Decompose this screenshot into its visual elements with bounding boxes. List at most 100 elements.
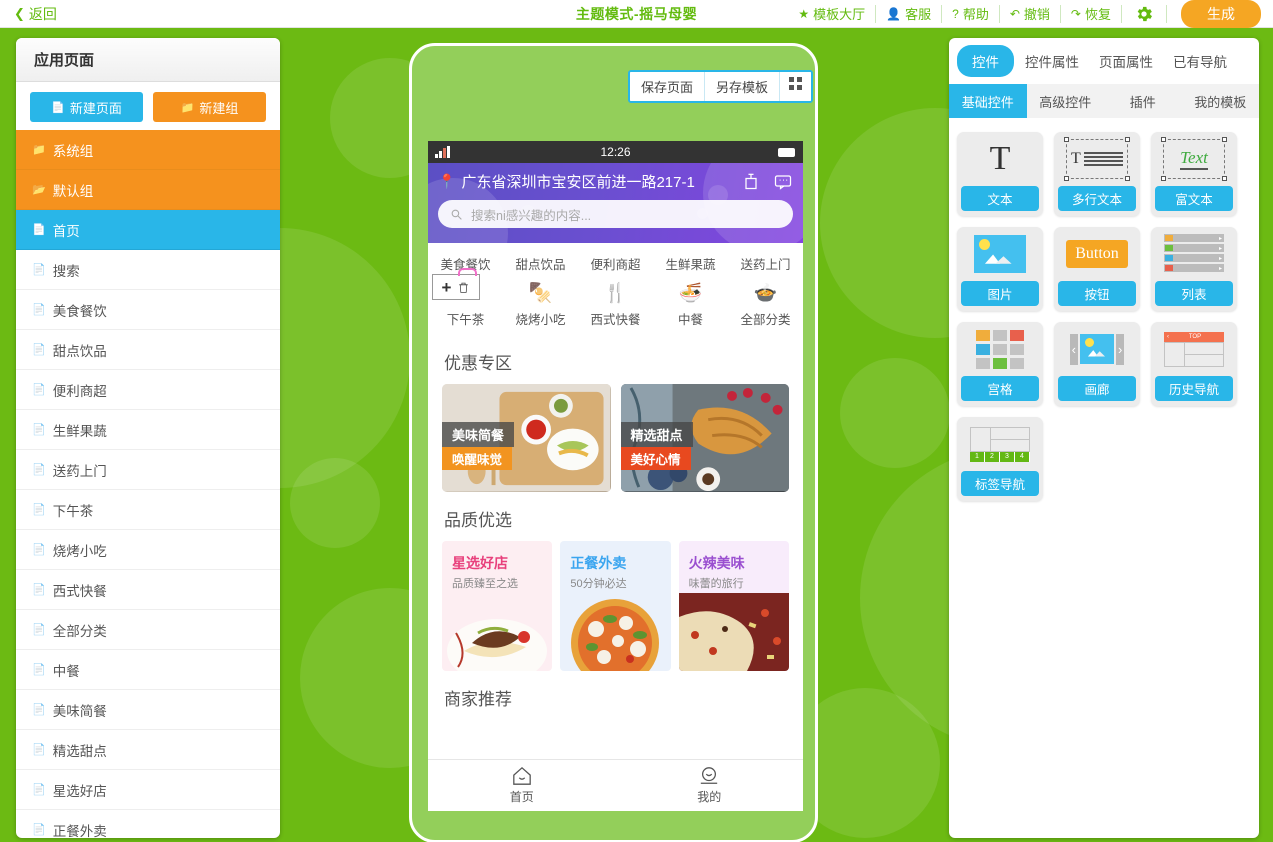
category-item[interactable]: 🍜 中餐 [653,278,728,333]
scan-icon[interactable] [741,171,761,191]
page-list-item[interactable]: 📄 正餐外卖 [16,810,280,839]
widget-panel-subtab[interactable]: 我的模板 [1182,84,1260,118]
page-list-item[interactable]: 📄 甜点饮品 [16,330,280,370]
redo-button[interactable]: ↷ 恢复 [1061,4,1122,23]
list-icon: ▸ ▸ ▸ ▸ [1164,234,1224,274]
overlay-handle[interactable] [458,268,477,276]
page-list-item[interactable]: 📄 便利商超 [16,370,280,410]
page-list-label: 甜点饮品 [52,343,107,359]
page-list-item[interactable]: 📄 搜索 [16,250,280,290]
widget-card[interactable]: Text 富文本 [1151,132,1237,216]
page-list-item[interactable]: 📄 美味简餐 [16,690,280,730]
widget-panel-tabs[interactable]: 控件 控件属性 页面属性 已有导航 [949,38,1259,84]
category-item[interactable]: 便利商超 [578,249,653,278]
category-item[interactable]: 🍢 烧烤小吃 [503,278,578,333]
widget-card[interactable]: T 文本 [957,132,1043,216]
page-icon: 📄 [32,544,46,556]
save-page-button[interactable]: 保存页面 [630,72,706,101]
page-list-item[interactable]: 📄 烧烤小吃 [16,530,280,570]
widget-card[interactable]: ‹ TOP 历史导航 [1151,322,1237,406]
page-list-label: 美味简餐 [52,703,107,719]
category-item[interactable]: 🍴 西式快餐 [578,278,653,333]
category-row-2: +•下午茶 🍢 烧烤小吃 🍴 西式快餐 🍜 中餐 🍲 全部分类 [428,268,803,333]
widget-list[interactable]: T 文本 T 多行文本 Text 富文本图片 Button 按钮 ▸ ▸ ▸ ▸ 列表宫格 ‹ › 画廊 ‹ TO… [949,118,1259,515]
settings-button[interactable] [1122,4,1167,23]
page-list-item[interactable]: 📄 首页 [16,210,280,250]
tabbar-item-home[interactable]: 首页 [428,760,616,811]
page-list-label: 便利商超 [52,383,107,399]
back-button[interactable]: ❮ 返回 [14,4,57,24]
widget-card[interactable]: ▸ ▸ ▸ ▸ 列表 [1151,227,1237,311]
page-list-item[interactable]: 📄 星选好店 [16,770,280,810]
page-list-item[interactable]: 📄 下午茶 [16,490,280,530]
category-item[interactable]: 生鲜果蔬 [653,249,728,278]
new-group-button[interactable]: 📁 新建组 [153,92,266,122]
widget-panel: 控件 控件属性 页面属性 已有导航 基础控件 高级控件 插件 我的模板 T 文本 T 多行文本 Te… [949,38,1259,838]
page-list-label: 星选好店 [52,783,107,799]
page-list-item[interactable]: 📄 西式快餐 [16,570,280,610]
promo-card[interactable]: 美味简餐 唤醒味觉 [442,384,611,492]
quality-card[interactable]: 正餐外卖 50分钟必达 [560,541,671,671]
page-list-label: 搜索 [52,263,80,279]
undo-button[interactable]: ↶ 撤销 [1000,4,1061,23]
page-list-item[interactable]: 📄 全部分类 [16,610,280,650]
category-item[interactable]: 送药上门 [728,249,803,278]
toolbar-actions: ★ 模板大厅 👤 客服 ? 帮助 ↶ 撤销 ↷ 恢复 生成 [788,0,1273,28]
widget-panel-subtabs[interactable]: 基础控件 高级控件 插件 我的模板 [949,84,1259,118]
food-image [678,593,789,671]
quality-card[interactable]: 星选好店 品质臻至之选 [442,541,553,671]
widget-thumbnail: ‹ › [1054,322,1140,376]
new-page-label: 新建页面 [69,100,122,116]
generate-button[interactable]: 生成 [1181,0,1261,28]
qr-code-button[interactable] [780,72,812,101]
promo-subtitle: 美好心情 [620,447,691,470]
widget-panel-tab[interactable]: 页面属性 [1090,45,1162,77]
search-input[interactable]: 搜索ni感兴趣的内容... [438,200,793,228]
new-page-button[interactable]: 📄 新建页面 [30,92,143,122]
page-list-item[interactable]: 📂 默认组 [16,170,280,210]
widget-panel-subtab[interactable]: 插件 [1104,84,1182,118]
customer-service-button[interactable]: 👤 客服 [876,4,943,23]
trash-icon[interactable] [457,281,470,294]
plus-icon[interactable]: + [442,279,452,296]
category-item[interactable]: 🍲 全部分类 [728,278,803,333]
tabbar-item-profile[interactable]: 我的 [616,760,804,811]
category-grid: 美食餐饮甜点饮品便利商超生鲜果蔬送药上门 +•下午茶🍢烧烤小吃🍴西式快餐🍜中餐🍲… [428,243,803,335]
quality-card[interactable]: 火辣美味 味蕾的旅行 [678,541,789,671]
page-list-item[interactable]: 📄 生鲜果蔬 [16,410,280,450]
category-row-1: 美食餐饮 甜点饮品 便利商超 生鲜果蔬 送药上门 [428,249,803,278]
save-template-button[interactable]: 另存模板 [705,72,781,101]
redo-icon: ↷ [1070,6,1081,21]
widget-card[interactable]: 图片 [957,227,1043,311]
help-button[interactable]: ? 帮助 [942,4,1000,23]
widget-card[interactable]: 宫格 [957,322,1043,406]
widget-panel-tab[interactable]: 控件 [957,45,1014,77]
category-icon: 🍢 [528,283,553,304]
page-list-item[interactable]: 📄 精选甜点 [16,730,280,770]
star-icon: ★ [798,6,810,21]
phone-status-bar: 12:26 [428,141,803,163]
promo-card[interactable]: 精选甜点 美好心情 [620,384,789,492]
pages-list[interactable]: 📁 系统组 📂 默认组 📄 首页 📄 搜索 📄 美食餐饮 📄 甜点饮品 📄 便利商超 📄 生鲜果蔬 📄 送药上门 📄… [16,130,280,838]
message-icon[interactable] [773,171,793,191]
page-list-item[interactable]: 📁 系统组 [16,130,280,170]
category-item[interactable]: 甜点饮品 [503,249,578,278]
widget-label: 富文本 [1155,186,1233,211]
widget-card[interactable]: 1 2 3 4 标签导航 [957,417,1043,501]
page-list-label: 正餐外卖 [52,823,107,839]
widget-panel-tab[interactable]: 控件属性 [1016,45,1088,77]
page-list-item[interactable]: 📄 中餐 [16,650,280,690]
widget-panel-tab[interactable]: 已有导航 [1164,45,1236,77]
page-list-item[interactable]: 📄 送药上门 [16,450,280,490]
template-hall-button[interactable]: ★ 模板大厅 [788,4,877,23]
widget-panel-subtab[interactable]: 高级控件 [1027,84,1105,118]
widget-panel-subtab[interactable]: 基础控件 [949,84,1027,118]
widget-card[interactable]: T 多行文本 [1054,132,1140,216]
widget-card[interactable]: ‹ › 画廊 [1054,322,1140,406]
category-edit-overlay[interactable]: + [432,268,480,300]
page-list-item[interactable]: 📄 美食餐饮 [16,290,280,330]
category-item[interactable]: +•下午茶 [428,268,503,333]
widget-card[interactable]: Button 按钮 [1054,227,1140,311]
quality-subtitle: 50分钟必达 [570,578,627,590]
page-list-label: 全部分类 [52,623,107,639]
